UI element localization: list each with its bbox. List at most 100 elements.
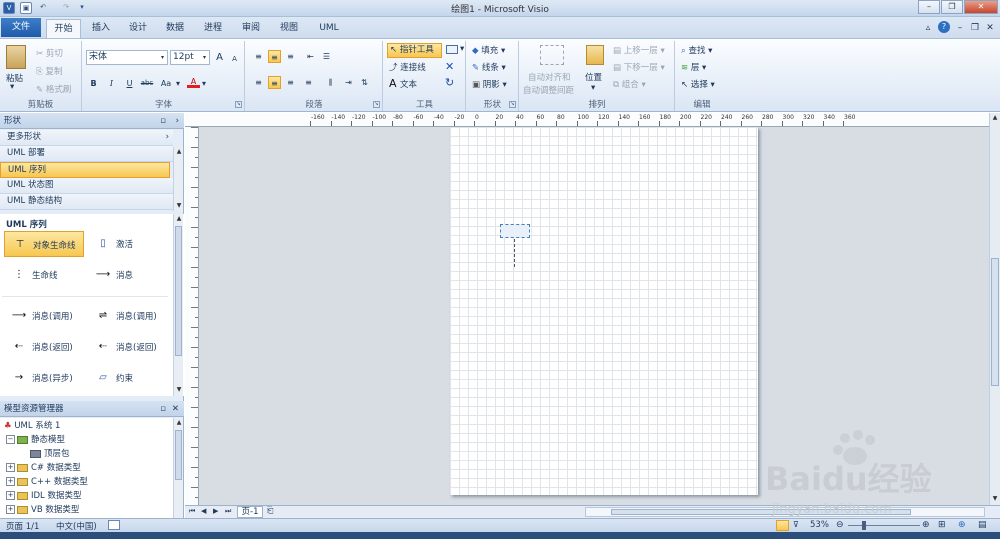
expand-icon[interactable]: +	[6, 505, 15, 514]
tab-home[interactable]: 开始	[46, 19, 81, 38]
macro-record-icon[interactable]	[108, 520, 120, 530]
pan-zoom-icon[interactable]: ⊕	[958, 520, 966, 530]
normal-view-icon[interactable]	[776, 520, 789, 531]
tree-node-csharp[interactable]: + C# 数据类型	[6, 461, 81, 475]
page-tab-1[interactable]: 页-1	[237, 506, 263, 518]
font-size-dropdown-icon[interactable]: ▾	[200, 51, 209, 64]
shapes-scroll-down-icon[interactable]: ▼	[174, 385, 184, 395]
stencil-uml-static-structure[interactable]: UML 静态结构	[0, 194, 173, 210]
fill-button[interactable]: ◆ 填充 ▾	[472, 44, 505, 56]
group-button[interactable]: ⧉ 组合 ▾	[613, 78, 646, 90]
strikethrough-button[interactable]: abc	[138, 77, 156, 90]
shrink-font-button[interactable]: A	[228, 53, 241, 66]
close-button[interactable]: ✕	[964, 0, 998, 14]
rectangle-tool-icon[interactable]	[446, 45, 458, 54]
connection-point-icon[interactable]: ↻	[445, 76, 454, 89]
object-lifeline-shape[interactable]	[500, 224, 530, 238]
close-x-icon[interactable]: ✕	[445, 60, 454, 73]
stencil-uml-statechart[interactable]: UML 状态图	[0, 178, 173, 194]
tab-data[interactable]: 数据	[160, 19, 190, 38]
grow-font-button[interactable]: A	[213, 51, 226, 64]
explorer-minimize-icon[interactable]: ▫	[160, 401, 166, 417]
zoom-in-icon[interactable]: ⊕	[922, 520, 930, 530]
model-explorer-scrollbar[interactable]: ▲	[173, 418, 183, 518]
position-label[interactable]: 位置	[585, 71, 602, 83]
align-middle-icon[interactable]: ≡	[268, 50, 281, 63]
align-bottom-icon[interactable]: ≡	[284, 50, 297, 63]
tree-node-vb[interactable]: + VB 数据类型	[6, 503, 79, 517]
position-icon[interactable]	[586, 45, 604, 65]
pointer-tool-button[interactable]: ↖ 指针工具	[387, 43, 442, 58]
tab-insert[interactable]: 插入	[86, 19, 116, 38]
panel-minimize-icon[interactable]: ▫	[160, 113, 166, 129]
tab-view[interactable]: 视图	[274, 19, 304, 38]
font-name-combo[interactable]: 宋体 ▾	[86, 50, 168, 65]
align-right-icon[interactable]: ≡	[284, 76, 297, 89]
tree-node-idl[interactable]: + IDL 数据类型	[6, 489, 82, 503]
justify-icon[interactable]: ≡	[302, 76, 315, 89]
text-tool-button[interactable]: A 文本	[389, 77, 417, 90]
fit-page-icon[interactable]: ⊞	[938, 520, 946, 530]
shape-message-call[interactable]: ⟶ 消息(调用)	[4, 303, 88, 329]
drawing-page[interactable]	[450, 127, 758, 495]
copy-button[interactable]: ⎘ 复制	[36, 65, 63, 77]
shape-activation[interactable]: ▯ 激活	[88, 231, 172, 257]
language-indicator[interactable]: 中文(中国)	[56, 520, 97, 532]
shape-message-call-2[interactable]: ⇌ 消息(调用)	[88, 303, 172, 329]
connector-tool-button[interactable]: ⤴ 连接线	[389, 61, 426, 73]
expand-icon[interactable]: +	[6, 463, 15, 472]
change-case-dropdown-icon[interactable]: ▾	[175, 77, 181, 90]
layers-button[interactable]: ≋ 层 ▾	[681, 61, 706, 73]
shape-constraint[interactable]: ▱ 约束	[88, 365, 172, 391]
paste-icon[interactable]	[6, 45, 26, 69]
auto-align-label[interactable]: 自动对齐和	[528, 71, 571, 83]
stencil-shapes-scrollbar[interactable]: ▲ ▼	[173, 214, 183, 396]
tab-review[interactable]: 审阅	[236, 19, 266, 38]
help-icon[interactable]: ?	[938, 21, 950, 33]
align-center-icon[interactable]: ≡	[268, 76, 281, 89]
zoom-slider[interactable]	[848, 525, 920, 526]
first-page-icon[interactable]: ⏮	[189, 507, 195, 516]
tab-uml[interactable]: UML	[312, 19, 346, 38]
next-page-icon[interactable]: ▶	[213, 507, 218, 515]
lifeline-dashed-line[interactable]	[514, 239, 515, 267]
paste-dropdown-icon[interactable]: ▾	[10, 82, 14, 92]
tab-process[interactable]: 进程	[198, 19, 228, 38]
fullscreen-view-icon[interactable]: ⊽	[793, 520, 799, 529]
expand-icon[interactable]: +	[6, 477, 15, 486]
shapes-scroll-thumb[interactable]	[175, 226, 182, 356]
italic-button[interactable]: I	[105, 77, 118, 90]
vscroll-up-icon[interactable]: ▲	[990, 113, 1000, 123]
shape-message-return-2[interactable]: ⇠ 消息(返回)	[88, 334, 172, 360]
paragraph-dialog-launcher-icon[interactable]: ↘	[373, 101, 380, 108]
expand-icon[interactable]: +	[6, 491, 15, 500]
zoom-slider-thumb[interactable]	[862, 521, 866, 530]
doc-restore-icon[interactable]: ❐	[969, 19, 981, 38]
file-tab[interactable]: 文件	[1, 18, 41, 37]
shape-message[interactable]: ⟶ 消息	[88, 262, 172, 288]
last-page-icon[interactable]: ⏭	[225, 507, 231, 516]
bullets-icon[interactable]: ☰	[320, 50, 333, 63]
panel-arrow-icon[interactable]: ›	[176, 113, 179, 129]
align-top-icon[interactable]: ≡	[252, 50, 265, 63]
shape-object-lifeline[interactable]: ⊤ 对象生命线	[4, 231, 84, 257]
cut-button[interactable]: ✂ 剪切	[36, 47, 63, 59]
tree-node-static-model[interactable]: − 静态模型	[6, 433, 65, 447]
tree-node-uml-system[interactable]: ♣ UML 系统 1	[4, 419, 60, 433]
font-name-dropdown-icon[interactable]: ▾	[158, 51, 167, 64]
font-color-dropdown-icon[interactable]: ▾	[201, 77, 207, 90]
auto-space-label[interactable]: 自动调整间距	[523, 84, 574, 96]
bold-button[interactable]: B	[87, 77, 100, 90]
prev-page-icon[interactable]: ◀	[201, 507, 206, 515]
minimize-ribbon-icon[interactable]: ▵	[922, 19, 934, 38]
shape-message-return[interactable]: ⇠ 消息(返回)	[4, 334, 88, 360]
doc-minimize-icon[interactable]: –	[954, 19, 966, 38]
send-backward-button[interactable]: ▤ 下移一层 ▾	[613, 61, 665, 73]
more-shapes-item[interactable]: 更多形状 ›	[0, 130, 173, 146]
font-dialog-launcher-icon[interactable]: ↘	[235, 101, 242, 108]
shadow-button[interactable]: ▣ 阴影 ▾	[472, 78, 507, 90]
stencil-uml-sequence[interactable]: UML 序列	[0, 162, 170, 178]
change-case-button[interactable]: Aa	[158, 77, 174, 90]
auto-align-icon[interactable]	[540, 45, 564, 65]
position-dropdown-icon[interactable]: ▾	[591, 83, 595, 93]
